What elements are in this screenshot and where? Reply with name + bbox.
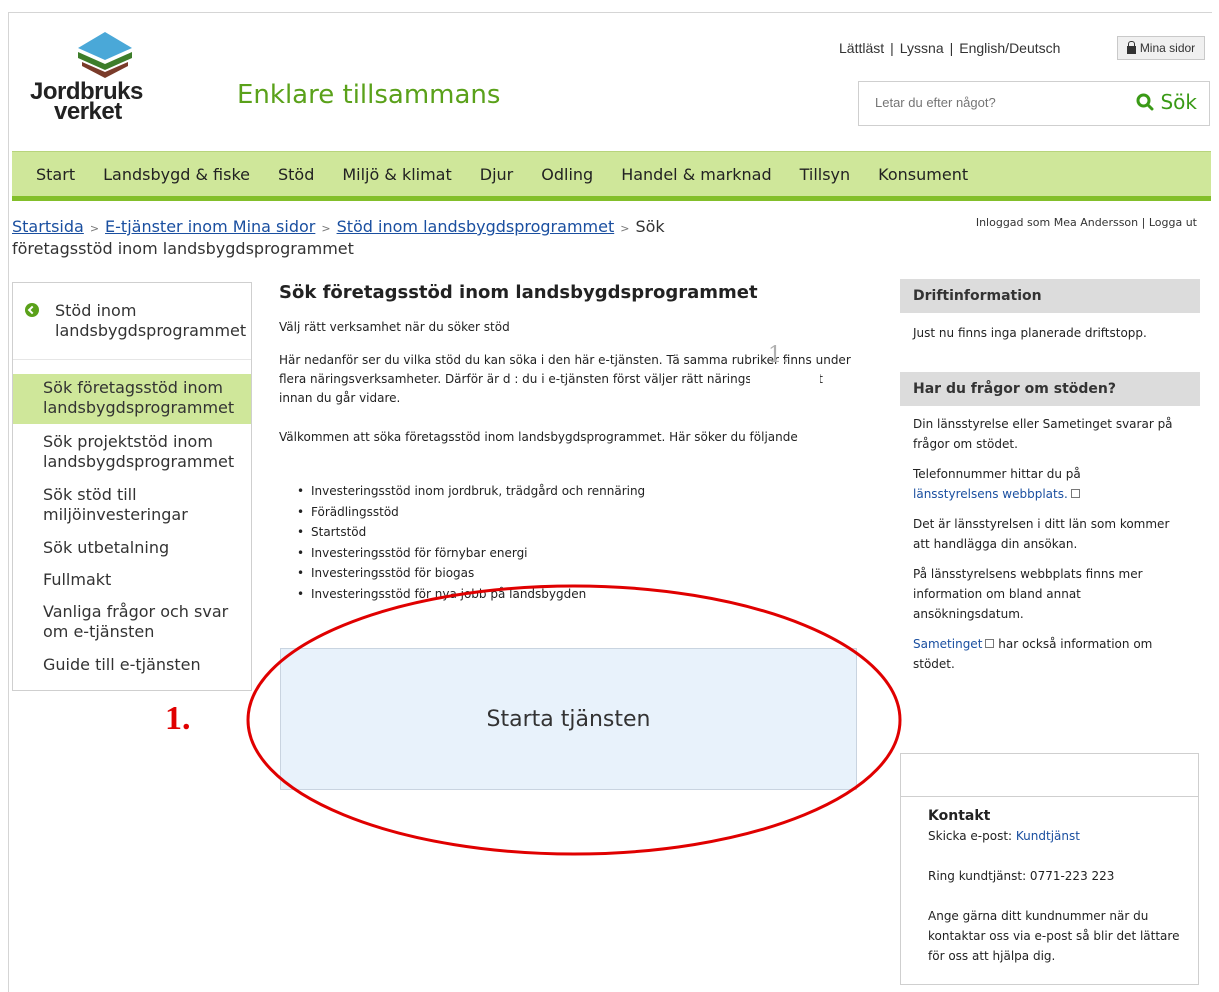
annotation-ellipse	[246, 584, 902, 856]
lansstyrelsen-link-label: länsstyrelsens webbplats.	[913, 487, 1068, 501]
sidebar-back-label: Stöd inom landsbygdsprogrammet	[55, 301, 247, 340]
back-arrow-icon	[25, 303, 39, 317]
external-link-icon	[1070, 489, 1080, 498]
overlay-number: 1.	[768, 343, 789, 368]
drift-info-box: Driftinformation Just nu finns inga plan…	[900, 279, 1200, 343]
nav-item-miljo-klimat[interactable]: Miljö & klimat	[328, 165, 465, 184]
list-item: Förädlingsstöd	[297, 502, 645, 523]
sametinget-link-label: Sametinget	[913, 637, 983, 651]
contact-title: Kontakt	[928, 808, 991, 824]
intro-text: Välj rätt verksamhet när du söker stöd	[279, 320, 510, 334]
search-box: Sök	[858, 81, 1210, 126]
search-icon	[1136, 93, 1154, 111]
sidebar-item-fullmakt[interactable]: Fullmakt	[13, 570, 251, 590]
mina-sidor-label: Mina sidor	[1139, 41, 1196, 55]
nav-item-tillsyn[interactable]: Tillsyn	[786, 165, 865, 184]
annotation-number: 1.	[165, 700, 191, 737]
list-item: Investeringsstöd för biogas	[297, 563, 645, 584]
list-item: Startstöd	[297, 522, 645, 543]
nav-item-landsbygd-fiske[interactable]: Landsbygd & fiske	[89, 165, 264, 184]
drift-info-title: Driftinformation	[900, 279, 1200, 313]
nav-item-stod[interactable]: Stöd	[264, 165, 328, 184]
nav-item-konsument[interactable]: Konsument	[864, 165, 982, 184]
search-input[interactable]	[873, 94, 1097, 111]
nav-item-djur[interactable]: Djur	[466, 165, 527, 184]
contact-phone: Ring kundtjänst: 0771-223 223	[928, 869, 1115, 883]
sidebar-item-vanliga-fragor[interactable]: Vanliga frågor och svar om e-tjänsten	[13, 602, 238, 642]
logo-line2: verket	[54, 98, 122, 125]
top-link-separator: |	[949, 40, 954, 56]
search-button-label: Sök	[1160, 90, 1197, 114]
contact-box: Kontakt Skicka e-post: Kundtjänst Ring k…	[900, 753, 1199, 985]
text-overlay-patch	[750, 366, 820, 388]
main-nav: Start Landsbygd & fiske Stöd Miljö & kli…	[12, 151, 1211, 201]
contact-note: Ange gärna ditt kundnummer när du kontak…	[928, 909, 1180, 963]
top-link-separator: |	[890, 40, 894, 56]
contact-email-link[interactable]: Kundtjänst	[1016, 829, 1080, 843]
breadcrumb: Startsida > E-tjänster inom Mina sidor > Stö…	[12, 217, 732, 259]
info-paragraph-2: Välkommen att söka företagsstöd inom lan…	[279, 430, 798, 444]
breadcrumb-startsida[interactable]: Startsida	[12, 217, 84, 236]
faq-text-1: Din länsstyrelse eller Sametinget svarar…	[913, 417, 1173, 451]
logged-in-user: Inloggad som Mea Andersson	[975, 216, 1139, 229]
list-item: Investeringsstöd inom jordbruk, trädgård…	[297, 481, 645, 502]
faq-text-3: Det är länsstyrelsen i ditt län som komm…	[913, 517, 1170, 551]
nav-item-handel-marknad[interactable]: Handel & marknad	[607, 165, 785, 184]
sidebar-back-link[interactable]: Stöd inom landsbygdsprogrammet	[13, 283, 251, 360]
list-item: Investeringsstöd för förnybar energi	[297, 543, 645, 564]
faq-text-2-label: Telefonnummer hittar du på	[913, 467, 1081, 481]
faq-title: Har du frågor om stöden?	[900, 372, 1200, 406]
contact-email-label: Skicka e-post:	[928, 829, 1013, 843]
logo-text: Jordbruks verket	[30, 80, 143, 125]
faq-text-5: Sametinget har också information om stöd…	[913, 634, 1187, 674]
faq-text-2: Telefonnummer hittar du på länsstyrelsens…	[913, 464, 1187, 504]
breadcrumb-separator: >	[321, 222, 331, 235]
logo-mark-icon	[78, 32, 132, 78]
sidebar-item-guide[interactable]: Guide till e-tjänsten	[13, 655, 251, 675]
sametinget-link[interactable]: Sametinget	[913, 637, 995, 651]
lock-icon	[1126, 40, 1136, 54]
external-link-icon	[985, 639, 995, 648]
tagline: Enklare tillsammans	[237, 80, 501, 110]
search-button[interactable]: Sök	[1136, 90, 1197, 114]
logo[interactable]: Jordbruks verket	[30, 30, 170, 130]
sidebar: Stöd inom landsbygdsprogrammet Sök föret…	[12, 282, 252, 691]
faq-text-4: På länsstyrelsens webbplats finns mer in…	[913, 567, 1143, 621]
nav-item-odling[interactable]: Odling	[527, 165, 607, 184]
sidebar-item-projektstod[interactable]: Sök projektstöd inom landsbygdsprogramme…	[13, 432, 251, 472]
page-title: Sök företagsstöd inom landsbygdsprogramm…	[279, 282, 758, 303]
sidebar-item-utbetalning[interactable]: Sök utbetalning	[13, 538, 251, 558]
link-lattlast[interactable]: Lättläst	[839, 40, 884, 56]
lansstyrelsen-link[interactable]: länsstyrelsens webbplats.	[913, 487, 1080, 501]
top-links: Lättläst | Lyssna | English/Deutsch	[836, 40, 1063, 56]
nav-item-start[interactable]: Start	[12, 165, 89, 184]
drift-info-text: Just nu finns inga planerade driftstopp.	[913, 326, 1147, 340]
mina-sidor-button[interactable]: Mina sidor	[1117, 36, 1205, 60]
sidebar-item-foretagsstod[interactable]: Sök företagsstöd inom landsbygdsprogramm…	[13, 374, 251, 424]
contact-box-top	[901, 754, 1198, 796]
link-english-deutsch[interactable]: English/Deutsch	[959, 40, 1060, 56]
breadcrumb-separator: >	[89, 222, 100, 235]
breadcrumb-stod-landsbygd[interactable]: Stöd inom landsbygdsprogrammet	[337, 217, 615, 236]
sidebar-item-miljoinvesteringar[interactable]: Sök stöd till miljöinvesteringar	[13, 485, 223, 525]
breadcrumb-e-tjanster[interactable]: E-tjänster inom Mina sidor	[105, 217, 315, 236]
link-lyssna[interactable]: Lyssna	[900, 40, 944, 56]
logged-in-info: Inloggad som Mea Andersson | Logga ut	[975, 216, 1197, 229]
logout-link[interactable]: Logga ut	[1149, 216, 1197, 229]
breadcrumb-separator: >	[620, 222, 630, 235]
faq-box: Har du frågor om stöden? Din länsstyrels…	[900, 372, 1200, 684]
